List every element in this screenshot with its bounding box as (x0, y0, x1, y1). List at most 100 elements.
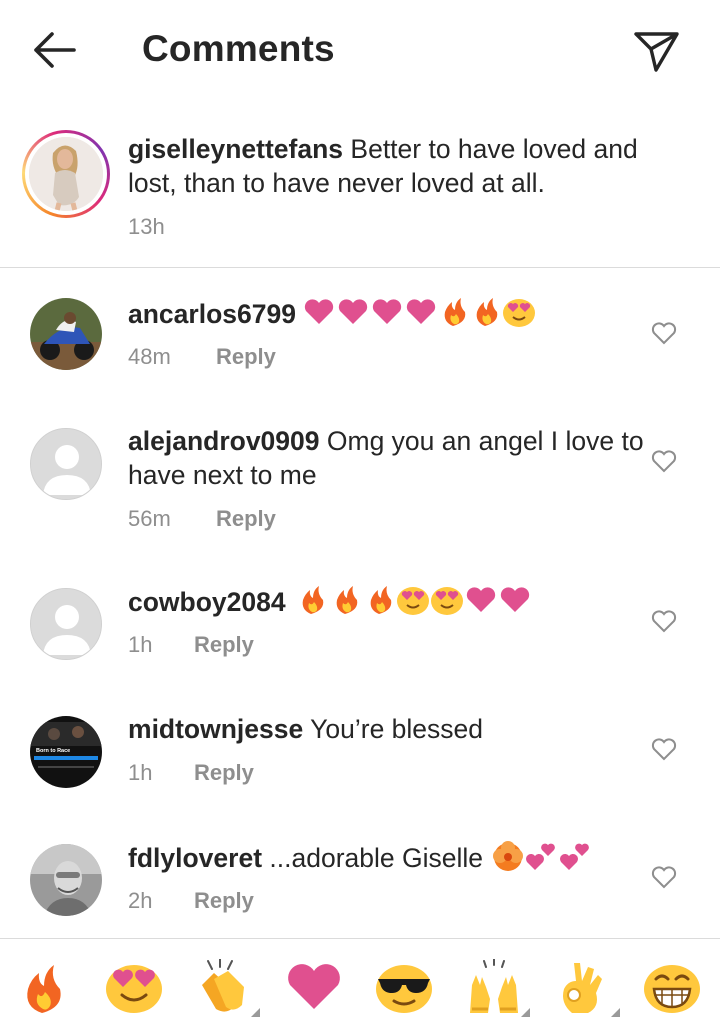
avatar[interactable]: Born to Race (30, 716, 102, 788)
heart-outline-icon (651, 866, 677, 889)
heart-outline-icon (651, 610, 677, 633)
default-avatar-icon (31, 589, 101, 659)
motorcycle-photo (30, 298, 102, 370)
hibiscus-icon (493, 841, 524, 871)
emoji-sunglasses-button[interactable] (372, 959, 436, 1015)
heart-eyes-icon (106, 965, 162, 1013)
heart-icon (339, 299, 368, 324)
caption-username[interactable]: giselleynettefans (128, 134, 343, 164)
share-button[interactable] (630, 26, 682, 74)
comment-item: cowboy2084 1h Reply (0, 560, 720, 688)
born-to-race-thumbnail: Born to Race (30, 716, 102, 788)
thumbnail-title: Born to Race (36, 748, 70, 754)
comment-item: alejandrov0909 Omg you an angel I love t… (0, 400, 720, 560)
caption-text: giselleynettefans Better to have loved a… (128, 132, 648, 200)
fire-icon (370, 586, 392, 614)
comment-username[interactable]: fdlyloveret (128, 843, 262, 873)
comment-emojis (303, 296, 543, 336)
fire-icon (336, 586, 358, 614)
emoji-raised-hands-button[interactable] (462, 959, 530, 1017)
header: Comments (0, 0, 720, 100)
emoji-ok-hand-button[interactable] (552, 959, 620, 1017)
emoji-fire-button[interactable] (12, 959, 76, 1015)
reply-button[interactable]: Reply (194, 760, 254, 786)
like-button[interactable] (650, 736, 678, 762)
comment-item: fdlyloveret ...adorable Giselle 2h Reply (0, 816, 720, 938)
profile-photo (30, 844, 102, 916)
comment-username[interactable]: midtownjesse (128, 714, 303, 744)
comment-text: midtownjesse You’re blessed (128, 712, 648, 746)
reply-button[interactable]: Reply (194, 888, 254, 914)
reply-button[interactable]: Reply (216, 506, 276, 532)
comment-text: fdlyloveret ...adorable Giselle (128, 840, 648, 880)
avatar[interactable] (30, 298, 102, 370)
avatar[interactable] (30, 428, 102, 500)
caption-avatar[interactable] (22, 130, 110, 218)
reply-button[interactable]: Reply (216, 344, 276, 370)
emoji-grinning-button[interactable] (640, 959, 704, 1015)
heart-eyes-icon (430, 587, 463, 615)
heart-icon (305, 299, 334, 324)
skin-tone-indicator (521, 1008, 530, 1017)
heart-icon (466, 587, 496, 612)
like-button[interactable] (650, 448, 678, 474)
heart-outline-icon (651, 322, 677, 345)
comment-timestamp: 1h (128, 760, 153, 785)
two-hearts-icon (526, 843, 556, 870)
emoji-clapping-button[interactable] (192, 959, 260, 1017)
comment-timestamp: 48m (128, 344, 171, 369)
profile-photo (29, 137, 103, 211)
comment-timestamp: 2h (128, 888, 153, 913)
default-avatar-icon (31, 429, 101, 499)
heart-outline-icon (651, 450, 677, 473)
raised-hands-icon (470, 959, 518, 1013)
sunglasses-icon (376, 965, 432, 1013)
like-button[interactable] (650, 320, 678, 346)
paper-plane-icon (634, 32, 679, 72)
heart-outline-icon (651, 738, 677, 761)
like-button[interactable] (650, 608, 678, 634)
comment-emojis (293, 584, 543, 624)
fire-icon (302, 586, 324, 614)
comment-body: You’re blessed (310, 714, 484, 744)
heart-icon (500, 587, 530, 612)
comment-username[interactable]: ancarlos6799 (128, 299, 296, 329)
page-title: Comments (142, 28, 335, 69)
grinning-icon (644, 965, 700, 1013)
emoji-heart-eyes-button[interactable] (102, 959, 166, 1015)
caption-timestamp: 13h (128, 214, 165, 239)
comment-text: ancarlos6799 (128, 296, 648, 336)
comment-username[interactable]: cowboy2084 (128, 587, 286, 617)
avatar (29, 137, 103, 211)
comment-text: cowboy2084 (128, 584, 648, 624)
heart-icon (288, 964, 340, 1009)
comment-emojis (490, 840, 594, 880)
skin-tone-indicator (611, 1008, 620, 1017)
comment-timestamp: 1h (128, 632, 153, 657)
comment-item: ancarlos6799 48m Reply (0, 268, 720, 400)
two-hearts-icon (560, 843, 590, 870)
fire-icon (27, 965, 61, 1013)
back-button[interactable] (28, 26, 80, 74)
fire-icon (445, 298, 466, 326)
post-caption: giselleynettefans Better to have loved a… (0, 100, 720, 268)
fire-icon (477, 298, 498, 326)
comment-username[interactable]: alejandrov0909 (128, 426, 320, 456)
ok-hand-icon (563, 963, 602, 1013)
skin-tone-indicator (251, 1008, 260, 1017)
clapping-hands-icon (202, 959, 244, 1012)
reply-button[interactable]: Reply (194, 632, 254, 658)
arrow-left-icon (34, 32, 76, 68)
heart-eyes-icon (396, 587, 429, 615)
heart-eyes-icon (503, 299, 536, 327)
heart-icon (373, 299, 402, 324)
emoji-heart-button[interactable] (282, 959, 346, 1015)
like-button[interactable] (650, 864, 678, 890)
avatar[interactable] (30, 588, 102, 660)
comment-timestamp: 56m (128, 506, 171, 531)
avatar[interactable] (30, 844, 102, 916)
quick-emoji-bar (0, 938, 720, 1033)
comment-body: ...adorable Giselle (269, 843, 483, 873)
comment-item: Born to Race midtownjesse You’re blessed… (0, 688, 720, 816)
heart-icon (407, 299, 436, 324)
